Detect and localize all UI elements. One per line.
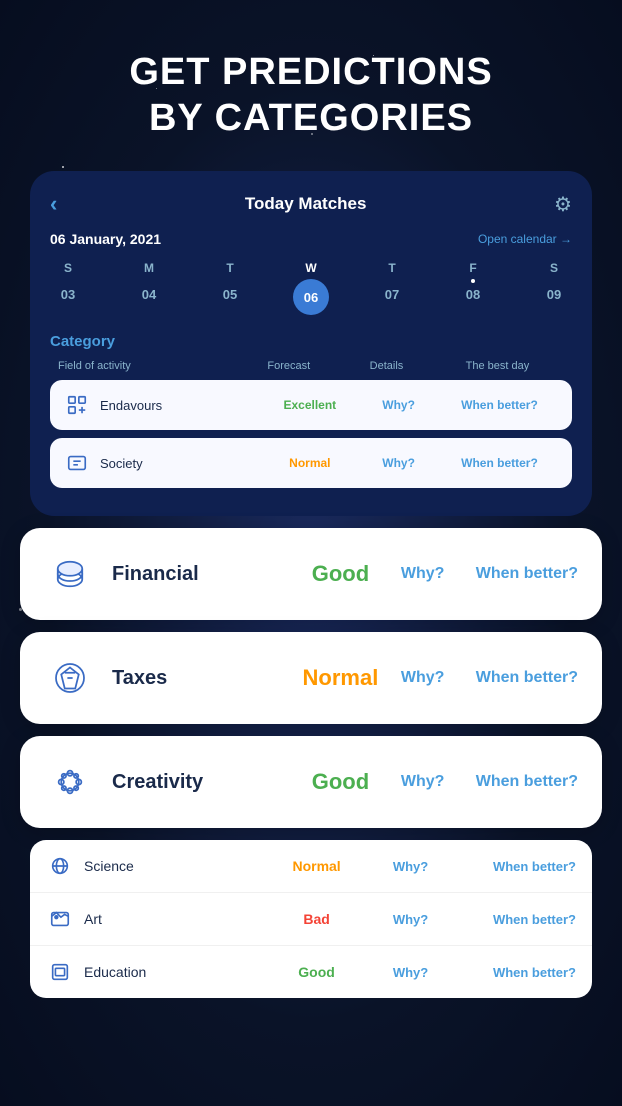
day-mon[interactable]: M 04 [131, 261, 167, 315]
open-calendar-button[interactable]: Open calendar → [478, 232, 572, 246]
society-forecast: Normal [261, 456, 358, 470]
expanded-card-creativity: Creativity Good Why? When better? [20, 736, 602, 828]
bottom-card: Science Normal Why? When better? Art Bad… [30, 840, 592, 998]
creativity-why[interactable]: Why? [386, 773, 459, 791]
science-why[interactable]: Why? [370, 859, 451, 874]
education-icon [46, 958, 74, 986]
day-dot-sun [66, 279, 70, 283]
th-forecast: Forecast [236, 360, 343, 372]
financial-why[interactable]: Why? [386, 565, 459, 583]
art-icon [46, 905, 74, 933]
taxes-name: Taxes [112, 667, 295, 690]
science-icon [46, 852, 74, 880]
table-row-society: Society Normal Why? When better? [50, 438, 572, 488]
day-fri[interactable]: F 08 [455, 261, 491, 315]
science-name: Science [84, 858, 263, 874]
week-row: S 03 M 04 T 05 W 06 T 07 [50, 261, 572, 315]
page-header: GET PREDICTIONS BY CATEGORIES [0, 0, 622, 171]
financial-better[interactable]: When better? [459, 565, 578, 583]
education-name: Education [84, 964, 263, 980]
category-label: Category [50, 333, 572, 350]
art-why[interactable]: Why? [370, 912, 451, 927]
day-dot-fri [471, 279, 475, 283]
main-card: ‹ Today Matches ⚙ 06 January, 2021 Open … [30, 171, 592, 516]
bottom-row-art: Art Bad Why? When better? [30, 893, 592, 946]
creativity-icon [44, 756, 96, 808]
society-why[interactable]: Why? [358, 456, 439, 470]
th-best: The best day [431, 360, 564, 372]
expanded-card-taxes: Taxes Normal Why? When better? [20, 632, 602, 724]
bottom-row-science: Science Normal Why? When better? [30, 840, 592, 893]
endavours-icon [62, 390, 92, 420]
endavours-forecast: Excellent [261, 398, 358, 412]
day-wed-active[interactable]: W 06 [293, 261, 329, 315]
calendar-title: Today Matches [245, 194, 367, 214]
art-forecast: Bad [263, 911, 370, 927]
page-title: GET PREDICTIONS BY CATEGORIES [40, 50, 582, 141]
day-dot-mon [147, 279, 151, 283]
endavours-better[interactable]: When better? [439, 398, 560, 412]
science-better[interactable]: When better? [451, 859, 576, 874]
financial-forecast: Good [295, 561, 386, 587]
creativity-forecast: Good [295, 769, 386, 795]
active-day-bubble: 06 [293, 279, 329, 315]
table-header: Field of activity Forecast Details The b… [50, 360, 572, 372]
day-dot-tue [228, 279, 232, 283]
day-tue[interactable]: T 05 [212, 261, 248, 315]
table-row-endavours: Endavours Excellent Why? When better? [50, 380, 572, 430]
endavours-name: Endavours [100, 398, 261, 413]
education-forecast: Good [263, 964, 370, 980]
taxes-icon [44, 652, 96, 704]
day-dot-sat [552, 279, 556, 283]
society-icon [62, 448, 92, 478]
endavours-why[interactable]: Why? [358, 398, 439, 412]
art-better[interactable]: When better? [451, 912, 576, 927]
date-row: 06 January, 2021 Open calendar → [50, 231, 572, 247]
financial-icon [44, 548, 96, 600]
back-button[interactable]: ‹ [50, 191, 57, 217]
expanded-card-financial: Financial Good Why? When better? [20, 528, 602, 620]
society-name: Society [100, 456, 261, 471]
art-name: Art [84, 911, 263, 927]
creativity-name: Creativity [112, 771, 295, 794]
taxes-better[interactable]: When better? [459, 669, 578, 687]
society-better[interactable]: When better? [439, 456, 560, 470]
education-better[interactable]: When better? [451, 965, 576, 980]
th-field: Field of activity [58, 360, 236, 372]
bottom-row-education: Education Good Why? When better? [30, 946, 592, 998]
taxes-forecast: Normal [295, 665, 386, 691]
day-dot-thu [390, 279, 394, 283]
calendar-header: ‹ Today Matches ⚙ [50, 191, 572, 217]
creativity-better[interactable]: When better? [459, 773, 578, 791]
day-thu[interactable]: T 07 [374, 261, 410, 315]
th-details: Details [342, 360, 431, 372]
current-date: 06 January, 2021 [50, 231, 161, 247]
settings-icon[interactable]: ⚙ [554, 192, 572, 217]
science-forecast: Normal [263, 858, 370, 874]
taxes-why[interactable]: Why? [386, 669, 459, 687]
financial-name: Financial [112, 563, 295, 586]
education-why[interactable]: Why? [370, 965, 451, 980]
day-sun[interactable]: S 03 [50, 261, 86, 315]
day-sat[interactable]: S 09 [536, 261, 572, 315]
